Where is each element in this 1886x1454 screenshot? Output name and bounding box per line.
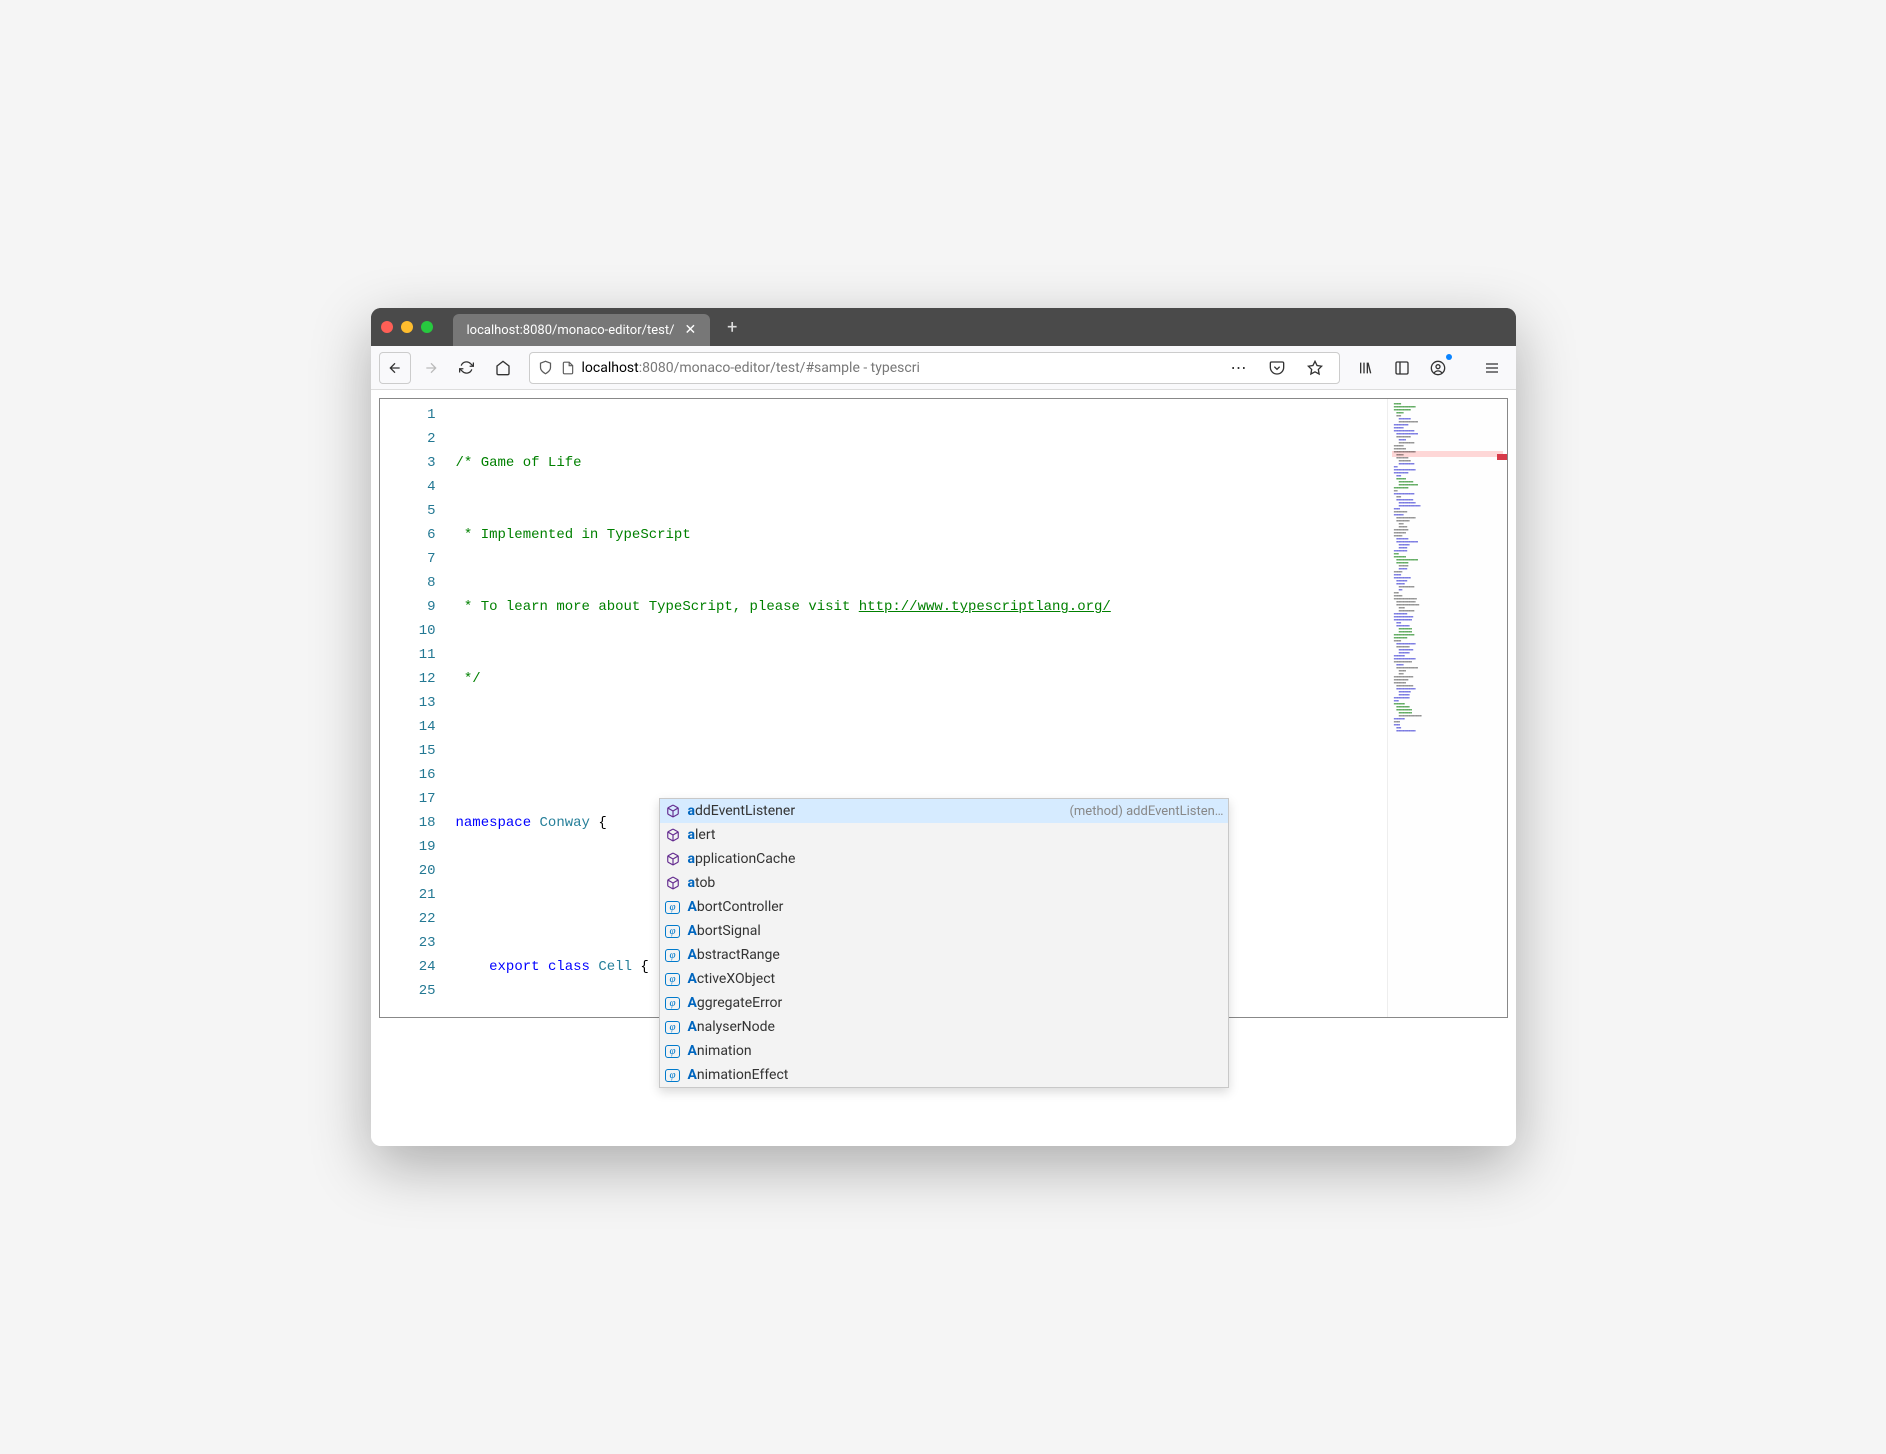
variable-icon: φ [664,922,682,940]
new-tab-button[interactable]: + [716,312,748,342]
suggest-item[interactable]: φ AnimationEffect [660,1063,1228,1087]
suggest-item-label: AbortSignal [688,923,1224,939]
url-bar[interactable]: localhost:8080/monaco-editor/test/#sampl… [529,352,1340,384]
line-number-gutter: 1 2 3 4 5 6 7 8 9 10 11 12 13 14 15 16 1… [380,399,452,1017]
suggest-item-label: alert [688,827,1224,843]
browser-window: localhost:8080/monaco-editor/test/ ✕ + [371,308,1516,1146]
variable-icon: φ [664,994,682,1012]
method-icon [664,826,682,844]
variable-icon: φ [664,898,682,916]
suggest-item-label: Animation [688,1043,1224,1059]
account-icon[interactable] [1422,352,1454,384]
suggest-item-label: addEventListener [688,803,1064,819]
variable-icon: φ [664,1066,682,1084]
url-text: localhost:8080/monaco-editor/test/#sampl… [582,360,1217,376]
variable-icon: φ [664,1018,682,1036]
forward-button[interactable] [415,352,447,384]
suggest-item-label: AbstractRange [688,947,1224,963]
variable-icon: φ [664,1042,682,1060]
toolbar-right [1350,352,1508,384]
traffic-lights [381,321,453,333]
minimize-window-button[interactable] [401,321,413,333]
browser-chrome: localhost:8080/monaco-editor/test/ ✕ + [371,308,1516,390]
suggest-item[interactable]: atob [660,871,1228,895]
tab-title: localhost:8080/monaco-editor/test/ [467,323,675,338]
suggest-item[interactable]: φ AbortSignal [660,919,1228,943]
minimap[interactable]: ██████ ██████████████████ ██████████████… [1387,399,1507,1017]
pocket-icon[interactable] [1261,352,1293,384]
home-button[interactable] [487,352,519,384]
suggest-item-detail: (method) addEventListen… [1069,804,1223,819]
suggest-item[interactable]: φ AggregateError [660,991,1228,1015]
sidebar-icon[interactable] [1386,352,1418,384]
bookmark-star-icon[interactable] [1299,352,1331,384]
back-button[interactable] [379,352,411,384]
minimap-error-marker [1497,454,1507,460]
menu-button[interactable] [1476,352,1508,384]
page-actions-button[interactable]: ⋯ [1223,352,1255,384]
method-icon [664,850,682,868]
suggest-item-label: AggregateError [688,995,1224,1011]
suggest-widget[interactable]: addEventListener (method) addEventListen…… [659,798,1229,1088]
variable-icon: φ [664,946,682,964]
title-bar: localhost:8080/monaco-editor/test/ ✕ + [371,308,1516,346]
shield-icon[interactable] [538,360,554,376]
suggest-item[interactable]: addEventListener (method) addEventListen… [660,799,1228,823]
suggest-item[interactable]: φ AbortController [660,895,1228,919]
suggest-item[interactable]: φ ActiveXObject [660,967,1228,991]
suggest-item[interactable]: alert [660,823,1228,847]
library-icon[interactable] [1350,352,1382,384]
variable-icon: φ [664,970,682,988]
suggest-item[interactable]: φ AnalyserNode [660,1015,1228,1039]
method-icon [664,874,682,892]
suggest-item-label: atob [688,875,1224,891]
maximize-window-button[interactable] [421,321,433,333]
suggest-item[interactable]: applicationCache [660,847,1228,871]
browser-tab[interactable]: localhost:8080/monaco-editor/test/ ✕ [453,314,711,346]
reload-button[interactable] [451,352,483,384]
suggest-item-label: applicationCache [688,851,1224,867]
suggest-item[interactable]: φ Animation [660,1039,1228,1063]
suggest-item-label: ActiveXObject [688,971,1224,987]
method-icon [664,802,682,820]
suggest-item-label: AnimationEffect [688,1067,1224,1083]
tab-close-icon[interactable]: ✕ [684,322,696,338]
suggest-item-label: AbortController [688,899,1224,915]
close-window-button[interactable] [381,321,393,333]
suggest-item-label: AnalyserNode [688,1019,1224,1035]
suggest-item[interactable]: φ AbstractRange [660,943,1228,967]
browser-toolbar: localhost:8080/monaco-editor/test/#sampl… [371,346,1516,390]
page-icon [560,360,576,376]
doc-link[interactable]: http://www.typescriptlang.org/ [859,599,1111,615]
